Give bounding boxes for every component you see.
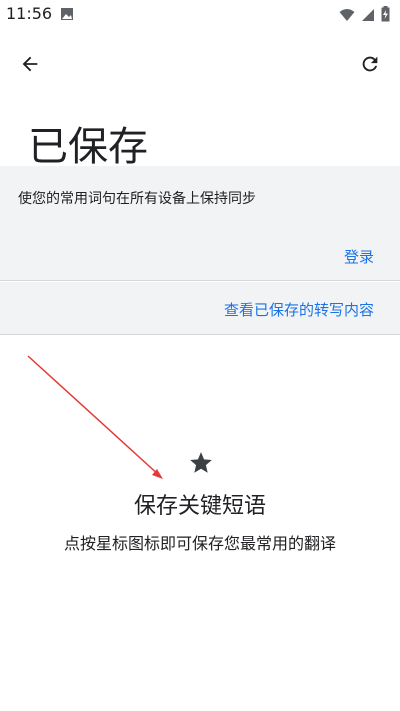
toolbar	[0, 36, 400, 88]
empty-state-description: 点按星标图标即可保存您最常用的翻译	[63, 534, 336, 553]
signal-icon	[361, 7, 375, 26]
page-title: 已保存	[28, 124, 148, 170]
wifi-icon	[339, 7, 355, 26]
battery-charging-icon	[381, 6, 390, 26]
gallery-icon	[60, 6, 74, 25]
sync-message: 使您的常用词句在所有设备上保持同步	[18, 191, 256, 207]
refresh-button[interactable]	[354, 48, 386, 80]
saved-screen: 11:56 已保存 使您的常用词句在所有设备上保持同步 登录 查看已保存的转写内…	[0, 0, 400, 711]
empty-state-title: 保存关键短语	[133, 494, 266, 519]
back-button[interactable]	[14, 48, 46, 80]
view-saved-transcripts-link[interactable]: 查看已保存的转写内容	[224, 299, 374, 320]
status-bar: 11:56	[0, 0, 400, 28]
login-button[interactable]: 登录	[344, 246, 374, 267]
annotation-arrow	[27, 355, 163, 479]
back-arrow-icon	[22, 56, 38, 72]
refresh-icon	[362, 56, 378, 72]
transcripts-row: 查看已保存的转写内容	[0, 282, 400, 335]
status-icons	[339, 6, 390, 26]
star-icon	[188, 450, 214, 476]
sync-card: 使您的常用词句在所有设备上保持同步 登录	[0, 166, 400, 281]
status-time: 11:56	[6, 4, 53, 23]
